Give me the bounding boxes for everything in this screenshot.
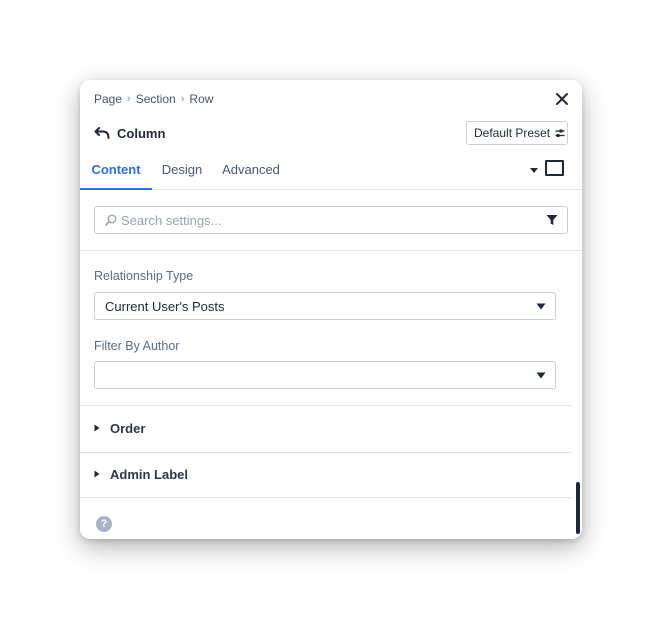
back-arrow-icon[interactable] bbox=[94, 126, 110, 140]
preset-settings-icon bbox=[555, 129, 565, 137]
divider bbox=[80, 452, 572, 453]
caret-down-icon bbox=[536, 372, 546, 379]
divider bbox=[80, 497, 572, 498]
admin-label-section-label: Admin Label bbox=[110, 466, 189, 482]
breadcrumb-item-page[interactable]: Page bbox=[94, 92, 122, 106]
search-input[interactable] bbox=[121, 212, 541, 228]
title-row: Column bbox=[94, 125, 165, 141]
breadcrumb-item-section[interactable]: Section bbox=[136, 92, 176, 106]
divider bbox=[80, 250, 582, 251]
chevron-right-icon: › bbox=[180, 93, 185, 105]
triangle-right-icon bbox=[94, 424, 100, 432]
relationship-type-value: Current User's Posts bbox=[105, 298, 225, 314]
panel-title: Column bbox=[117, 125, 166, 141]
preset-label: Default Preset bbox=[474, 126, 551, 140]
settings-panel: Page › Section › Row Column Default Pres… bbox=[80, 80, 582, 539]
help-icon[interactable]: ? bbox=[96, 516, 112, 532]
scrollbar-thumb[interactable] bbox=[576, 482, 580, 534]
tab-bar: Content Design Advanced bbox=[80, 150, 582, 190]
caret-down-icon bbox=[536, 303, 546, 310]
search-field bbox=[94, 206, 568, 234]
filter-icon[interactable] bbox=[546, 214, 558, 226]
divider bbox=[80, 405, 572, 406]
search-icon bbox=[105, 214, 117, 226]
chevron-right-icon: › bbox=[127, 93, 131, 105]
filter-by-author-label: Filter By Author bbox=[94, 339, 180, 353]
caret-down-icon[interactable] bbox=[528, 164, 540, 176]
order-section-toggle[interactable]: Order bbox=[94, 418, 145, 438]
tab-advanced[interactable]: Advanced bbox=[216, 150, 286, 189]
tab-content[interactable]: Content bbox=[80, 150, 152, 190]
default-preset-button[interactable]: Default Preset bbox=[466, 121, 568, 145]
relationship-type-label: Relationship Type bbox=[94, 269, 194, 283]
relationship-type-select[interactable]: Current User's Posts bbox=[94, 292, 556, 320]
breadcrumb: Page › Section › Row bbox=[94, 92, 213, 106]
breadcrumb-item-row[interactable]: Row bbox=[189, 92, 213, 106]
filter-by-author-select[interactable] bbox=[94, 361, 556, 389]
square-toggle-icon[interactable] bbox=[545, 160, 564, 176]
triangle-right-icon bbox=[94, 470, 100, 478]
close-icon[interactable] bbox=[554, 91, 570, 107]
order-section-label: Order bbox=[110, 420, 146, 436]
admin-label-section-toggle[interactable]: Admin Label bbox=[94, 464, 188, 484]
tab-design[interactable]: Design bbox=[156, 150, 208, 189]
